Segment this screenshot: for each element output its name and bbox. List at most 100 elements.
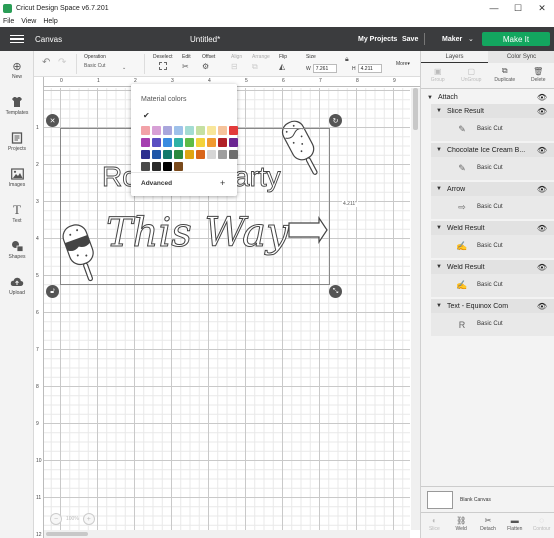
close-window-button[interactable]: ✕ (530, 0, 554, 16)
lock-handle-icon[interactable]: 🔓︎ (46, 285, 59, 298)
layer-item[interactable]: ▼ Chocolate Ice Cream B... 👁︎ ✎ Basic Cut (431, 143, 554, 181)
tab-layers[interactable]: Layers (421, 51, 488, 63)
eye-icon[interactable]: 👁︎ (537, 302, 547, 311)
color-swatch[interactable] (141, 138, 150, 147)
align-button[interactable]: Align ⊟ (231, 54, 242, 71)
sidebar-item-projects[interactable]: Projects (0, 131, 34, 152)
color-swatch[interactable] (174, 138, 183, 147)
color-swatch[interactable] (163, 162, 172, 171)
canvas-color-swatch[interactable] (427, 491, 453, 509)
advanced-colors-toggle[interactable]: Advanced (141, 180, 172, 187)
color-swatch[interactable] (185, 150, 194, 159)
contour-button[interactable]: ◌ Contour (528, 515, 554, 533)
maximize-button[interactable]: ☐ (506, 0, 530, 16)
check-icon[interactable]: ✔ (143, 111, 150, 120)
zoom-in-button[interactable]: + (82, 513, 95, 525)
delete-button[interactable]: 🗑︎ Delete (523, 66, 553, 84)
color-swatch[interactable] (207, 138, 216, 147)
eye-icon[interactable]: 👁︎ (537, 93, 547, 102)
layer-attach-group[interactable]: ▼ Attach 👁︎ (421, 91, 554, 104)
color-swatch[interactable] (196, 138, 205, 147)
layer-header[interactable]: ▼ Chocolate Ice Cream B... 👁︎ (431, 144, 554, 156)
eye-icon[interactable]: 👁︎ (537, 185, 547, 194)
color-swatch[interactable] (141, 150, 150, 159)
chevron-down-icon[interactable]: ▼ (436, 264, 442, 270)
chevron-down-icon[interactable]: ▼ (436, 186, 442, 192)
scroll-thumb[interactable] (46, 532, 88, 536)
save-button[interactable]: Save (402, 36, 418, 43)
scroll-thumb[interactable] (413, 88, 418, 130)
color-swatch[interactable] (185, 126, 194, 135)
sidebar-item-new[interactable]: ⊕ New (0, 59, 34, 81)
layer-header[interactable]: ▼ Weld Result 👁︎ (431, 261, 554, 273)
color-swatch[interactable] (218, 150, 227, 159)
width-input[interactable]: 7.261 (312, 64, 337, 73)
eye-icon[interactable]: 👁︎ (537, 263, 547, 272)
color-swatch[interactable] (163, 138, 172, 147)
menu-view[interactable]: View (21, 18, 36, 25)
layer-child[interactable]: ✍ Basic Cut (431, 274, 554, 297)
slice-button[interactable]: ◐ Slice (421, 515, 448, 533)
color-swatch[interactable] (141, 162, 150, 171)
layer-child[interactable]: R Basic Cut (431, 313, 554, 336)
layer-item[interactable]: ▼ Arrow 👁︎ ⇨ Basic Cut (431, 182, 554, 220)
eye-icon[interactable]: 👁︎ (537, 224, 547, 233)
layer-item[interactable]: ▼ Weld Result 👁︎ ✍ Basic Cut (431, 221, 554, 259)
color-swatch[interactable] (196, 126, 205, 135)
height-field[interactable]: H 4.211 (352, 64, 382, 73)
weld-button[interactable]: ⛓︎ Weld (448, 515, 475, 533)
color-swatch[interactable] (174, 126, 183, 135)
menu-file[interactable]: File (3, 18, 14, 25)
layer-header[interactable]: ▼ Text - Equinox Com 👁︎ (431, 300, 554, 312)
duplicate-button[interactable]: ⧉ Duplicate (490, 66, 520, 83)
layer-header[interactable]: ▼ Arrow 👁︎ (431, 183, 554, 195)
layer-child[interactable]: ✎ Basic Cut (431, 118, 554, 141)
edit-button[interactable]: Edit ✂ (182, 54, 191, 71)
layer-item[interactable]: ▼ Slice Result 👁︎ ✎ Basic Cut (431, 104, 554, 142)
blank-canvas-layer[interactable]: Blank Canvas (421, 486, 554, 512)
chevron-down-icon[interactable]: ▼ (436, 303, 442, 309)
chevron-down-icon[interactable]: ▼ (436, 225, 442, 231)
lock-icon[interactable]: 🔒︎ (345, 56, 349, 64)
sidebar-item-shapes[interactable]: Shapes (0, 239, 34, 260)
color-swatch[interactable] (196, 150, 205, 159)
sidebar-item-images[interactable]: Images (0, 167, 34, 188)
tab-color-sync[interactable]: Color Sync (488, 51, 554, 63)
my-projects-button[interactable]: My Projects (358, 36, 397, 43)
color-swatch[interactable] (207, 150, 216, 159)
layer-child[interactable]: ✍ Basic Cut (431, 235, 554, 258)
chevron-down-icon[interactable]: ⌄ (468, 35, 474, 43)
close-icon[interactable]: ✕ (46, 114, 59, 127)
color-swatch[interactable] (207, 126, 216, 135)
color-swatch[interactable] (174, 150, 183, 159)
layer-header[interactable]: ▼ Weld Result 👁︎ (431, 222, 554, 234)
color-swatch[interactable] (141, 126, 150, 135)
layer-item[interactable]: ▼ Weld Result 👁︎ ✍ Basic Cut (431, 260, 554, 298)
hamburger-menu-icon[interactable] (10, 34, 24, 44)
color-swatch[interactable] (229, 126, 238, 135)
color-swatch[interactable] (152, 150, 161, 159)
arrange-button[interactable]: Arrange ⧉ (252, 54, 270, 72)
chevron-down-icon[interactable]: ▼ (436, 108, 442, 114)
sidebar-item-templates[interactable]: Templates (0, 95, 34, 116)
vertical-scrollbar[interactable] (411, 88, 420, 530)
operation-select[interactable]: Operation Basic Cut (84, 54, 106, 69)
chevron-down-icon[interactable]: ▼ (427, 95, 433, 101)
eye-icon[interactable]: 👁︎ (537, 146, 547, 155)
color-swatch[interactable] (185, 138, 194, 147)
eye-icon[interactable]: 👁︎ (537, 107, 547, 116)
make-it-button[interactable]: Make It (482, 32, 550, 46)
rotate-icon[interactable]: ↻ (329, 114, 342, 127)
chevron-down-icon[interactable]: ⌄ (122, 65, 126, 71)
add-color-icon[interactable]: + (220, 178, 225, 188)
deselect-button[interactable]: Deselect (153, 54, 172, 70)
color-swatch[interactable] (218, 138, 227, 147)
offset-button[interactable]: Offset ⚙ (202, 54, 215, 71)
ungroup-button[interactable]: ▢ UnGroup (456, 66, 486, 84)
operation-value[interactable]: Basic Cut (84, 63, 106, 69)
group-button[interactable]: ▣ Group (423, 66, 453, 84)
color-swatch[interactable] (174, 162, 183, 171)
document-title[interactable]: Untitled* (190, 35, 220, 44)
minimize-button[interactable]: — (482, 0, 506, 16)
height-input[interactable]: 4.211 (357, 64, 382, 73)
